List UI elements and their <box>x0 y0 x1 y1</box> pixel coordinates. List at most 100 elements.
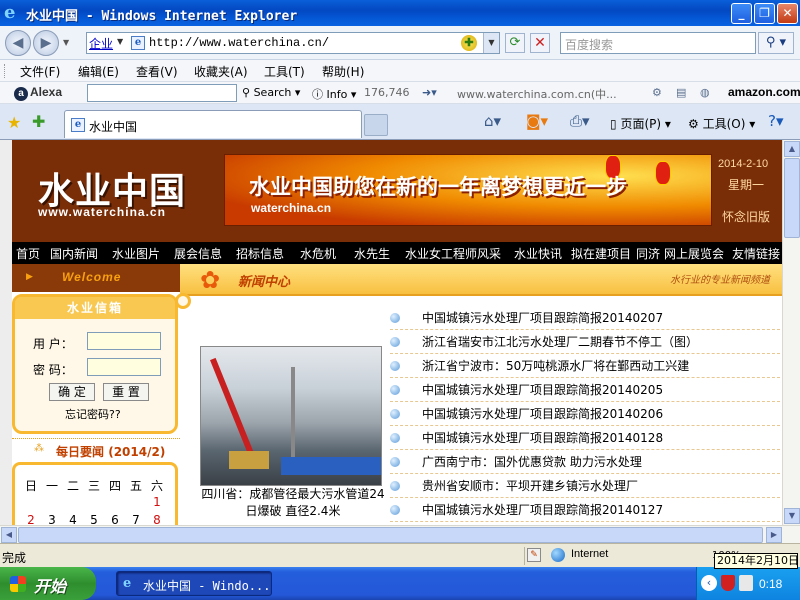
nav-water-photos[interactable]: 水业图片 <box>112 245 160 262</box>
nav-domestic-news[interactable]: 国内新闻 <box>50 245 98 262</box>
menu-favorites[interactable]: 收藏夹(A) <box>194 63 248 80</box>
news-item[interactable]: 中国城镇污水处理厂项目跟踪简报20140128 <box>390 426 780 450</box>
url-input[interactable]: http://www.waterchina.cn/ <box>149 36 329 50</box>
calendar-day[interactable]: 1 <box>147 495 167 509</box>
nav-mr-water[interactable]: 水先生 <box>354 245 390 262</box>
alexa-tools-icon[interactable]: ⚙ <box>652 86 662 99</box>
scroll-up-icon[interactable]: ▲ <box>784 141 800 157</box>
news-link[interactable]: 中国城镇污水处理厂项目跟踪简报20140207 <box>422 309 663 326</box>
history-dropdown-icon[interactable]: ▼ <box>63 38 69 47</box>
taskbar-ie-item[interactable]: e 水业中国 - Windo... <box>116 571 272 596</box>
scroll-right-icon[interactable]: ▶ <box>766 527 782 543</box>
news-link[interactable]: 浙江省宁波市：50万吨桃源水厂将在鄞西动工兴建 <box>422 357 689 374</box>
news-item[interactable]: 中国城镇污水处理厂项目跟踪简报20140206 <box>390 402 780 426</box>
nav-exhibitions[interactable]: 展会信息 <box>174 245 222 262</box>
vertical-scrollbar[interactable]: ▲ ▼ <box>782 140 800 525</box>
search-input[interactable]: 百度搜索 <box>560 32 756 54</box>
page-menu[interactable]: ▯ 页面(P) ▾ <box>610 115 671 132</box>
news-link[interactable]: 中国城镇污水处理厂项目跟踪简报20140206 <box>422 405 663 422</box>
calendar-day[interactable]: 2 <box>21 513 41 525</box>
protected-mode-icon[interactable]: ✎ <box>527 548 541 562</box>
nav-express[interactable]: 水业快讯 <box>514 245 562 262</box>
alexa-globe-icon[interactable]: ◍ <box>700 86 710 99</box>
alexa-search-button[interactable]: ⚲ Search ▾ <box>242 86 300 99</box>
security-zone[interactable]: ✎ Internet <box>524 547 710 565</box>
home-icon[interactable]: ⌂▾ <box>484 112 501 130</box>
print-icon[interactable]: ⎙▾ <box>570 112 590 130</box>
alexa-logo[interactable]: a Alexa <box>14 85 62 101</box>
calendar-day[interactable]: 5 <box>84 513 104 525</box>
menu-tools[interactable]: 工具(T) <box>264 63 305 80</box>
photo-caption[interactable]: 四川省：成都管径最大污水管道24日爆破 直径2.4米 <box>198 486 388 520</box>
nav-women-engineers[interactable]: 水业女工程师风采 <box>405 245 501 262</box>
horizontal-scrollbar[interactable]: ◀ ▶ <box>0 525 800 543</box>
tab-active[interactable]: e 水业中国 <box>64 110 362 138</box>
news-link[interactable]: 中国城镇污水处理厂项目跟踪简报20140205 <box>422 381 663 398</box>
login-reset-button[interactable]: 重 置 <box>103 383 149 401</box>
forward-button[interactable]: ▶ <box>33 30 59 56</box>
start-button[interactable]: 开始 <box>0 567 96 600</box>
tools-menu[interactable]: ⚙ 工具(O) ▾ <box>688 115 755 132</box>
password-input[interactable] <box>87 358 161 376</box>
tray-app-icon[interactable] <box>739 575 753 591</box>
news-item[interactable]: 浙江省宁波市：50万吨桃源水厂将在鄞西动工兴建 <box>390 354 780 378</box>
calendar-day[interactable]: 7 <box>126 513 146 525</box>
new-tab-button[interactable] <box>364 114 388 136</box>
window-titlebar[interactable]: e 水业中国 - Windows Internet Explorer _ ❐ ✕ <box>0 0 800 26</box>
forgot-password-link[interactable]: 忘记密码?? <box>65 406 121 422</box>
nav-projects[interactable]: 拟在建项目 <box>571 245 631 262</box>
news-item[interactable]: 浙江省瑞安市江北污水处理厂二期春节不停工（图） <box>390 330 780 354</box>
nav-tenders[interactable]: 招标信息 <box>236 245 284 262</box>
shield-icon[interactable] <box>721 575 735 591</box>
compat-view-icon[interactable]: ✚ <box>461 35 477 51</box>
nav-tongji[interactable]: 同济 <box>636 245 660 262</box>
alexa-search-input[interactable] <box>87 84 237 102</box>
calendar-day[interactable]: 8 <box>147 513 167 525</box>
calendar-day[interactable]: 3 <box>42 513 62 525</box>
tray-expand-icon[interactable]: ‹ <box>701 575 717 591</box>
favorites-star-icon[interactable]: ★ <box>7 113 21 132</box>
news-photo[interactable] <box>200 346 382 486</box>
news-item[interactable]: 中国城镇污水处理厂项目跟踪简报20140207 <box>390 306 780 330</box>
menu-file[interactable]: 文件(F) <box>20 63 60 80</box>
alexa-print-icon[interactable]: ▤ <box>676 86 686 99</box>
nav-water-crisis[interactable]: 水危机 <box>300 245 336 262</box>
news-link[interactable]: 中国城镇污水处理厂项目跟踪简报20140127 <box>422 501 663 518</box>
search-button[interactable]: ⚲ ▾ <box>758 32 794 54</box>
amazon-link[interactable]: amazon.com <box>728 85 800 99</box>
close-button[interactable]: ✕ <box>777 3 798 24</box>
toolbar-grip[interactable] <box>4 64 7 78</box>
alexa-info-button[interactable]: ⓘ Info ▾ <box>312 86 356 102</box>
channel-dropdown-icon[interactable]: ▼ <box>117 37 123 46</box>
calendar-day[interactable]: 6 <box>105 513 125 525</box>
news-link[interactable]: 广西南宁市：国外优惠贷款 助力污水处理 <box>422 453 642 470</box>
address-bar[interactable]: 企业 ▼ e http://www.waterchina.cn/ ✚ ▼ <box>86 32 500 54</box>
news-item[interactable]: 中国城镇污水处理厂项目跟踪简报20140127 <box>390 498 780 522</box>
clock[interactable]: 0:18 <box>759 577 782 591</box>
menu-help[interactable]: 帮助(H) <box>322 63 364 80</box>
nav-home[interactable]: 首页 <box>16 245 40 262</box>
alexa-site-link[interactable]: www.waterchina.com.cn(中... <box>457 86 617 102</box>
menu-edit[interactable]: 编辑(E) <box>78 63 119 80</box>
channel-link[interactable]: 企业 <box>89 35 113 52</box>
stop-button[interactable]: ✕ <box>530 33 550 53</box>
news-link[interactable]: 贵州省安顺市：平坝开建乡镇污水处理厂 <box>422 477 638 494</box>
news-link[interactable]: 浙江省瑞安市江北污水处理厂二期春节不停工（图） <box>422 333 698 350</box>
back-button[interactable]: ◀ <box>5 30 31 56</box>
refresh-button[interactable]: ⟳ <box>505 33 525 53</box>
news-link[interactable]: 中国城镇污水处理厂项目跟踪简报20140128 <box>422 429 663 446</box>
alexa-navigate-icon[interactable]: ➜▾ <box>422 86 437 99</box>
horizontal-scroll-thumb[interactable] <box>18 527 763 543</box>
scroll-down-icon[interactable]: ▼ <box>784 508 800 524</box>
minimize-button[interactable]: _ <box>731 3 752 24</box>
banner-ad[interactable]: 水业中国助您在新的一年离梦想更近一步 waterchina.cn <box>224 154 712 226</box>
nav-online-expo[interactable]: 网上展览会 <box>664 245 724 262</box>
menu-view[interactable]: 查看(V) <box>136 63 178 80</box>
maximize-button[interactable]: ❐ <box>754 3 775 24</box>
address-dropdown-icon[interactable]: ▼ <box>483 33 499 53</box>
help-icon[interactable]: ?▾ <box>768 112 784 130</box>
scroll-left-icon[interactable]: ◀ <box>1 527 17 543</box>
old-version-link[interactable]: 怀念旧版 <box>722 208 770 225</box>
username-input[interactable] <box>87 332 161 350</box>
nav-friend-links[interactable]: 友情链接 <box>732 245 780 262</box>
